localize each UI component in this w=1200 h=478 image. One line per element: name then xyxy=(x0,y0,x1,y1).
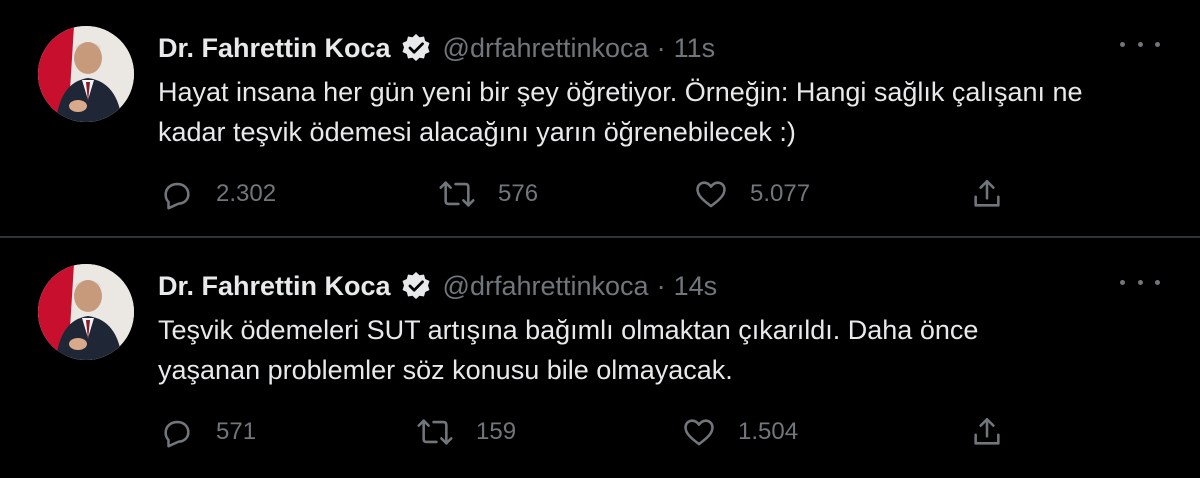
author-name[interactable]: Dr. Fahrettin Koca xyxy=(158,271,391,302)
author-name[interactable]: Dr. Fahrettin Koca xyxy=(158,33,391,64)
reply-icon xyxy=(164,420,190,448)
reply-count: 571 xyxy=(216,418,257,445)
tweet-text: Hayat insana her gün yeni bir şey öğreti… xyxy=(158,72,1158,152)
retweet-icon xyxy=(417,419,453,445)
retweet-count: 576 xyxy=(498,180,539,207)
more-dots-icon[interactable] xyxy=(1120,272,1160,292)
reply-button[interactable]: 571 xyxy=(160,412,256,452)
share-button[interactable] xyxy=(970,174,1026,214)
heart-icon xyxy=(684,419,714,446)
author-handle[interactable]: @drfahrettinkoca xyxy=(443,33,649,64)
retweet-count: 159 xyxy=(476,418,517,445)
tweet-text: Teşvik ödemeleri SUT artışına bağımlı ol… xyxy=(158,310,1158,390)
retweet-button[interactable]: 576 xyxy=(438,174,538,214)
tweet[interactable]: Dr. Fahrettin Koca @drfahrettinkoca · 14… xyxy=(0,236,1200,472)
like-count: 5.077 xyxy=(750,180,811,207)
separator-dot: · xyxy=(656,270,666,301)
share-button[interactable] xyxy=(970,412,1026,452)
tweet-text-line: Teşvik ödemeleri SUT artışına bağımlı ol… xyxy=(158,315,979,345)
reply-icon xyxy=(164,182,190,210)
verified-badge-icon xyxy=(401,271,431,301)
author-handle[interactable]: @drfahrettinkoca xyxy=(443,271,649,302)
share-icon xyxy=(974,417,1000,445)
more-dots-icon[interactable] xyxy=(1120,34,1160,54)
reply-button[interactable]: 2.302 xyxy=(160,174,276,214)
share-icon xyxy=(974,179,1000,207)
retweet-button[interactable]: 159 xyxy=(416,412,516,452)
avatar[interactable] xyxy=(38,264,134,360)
verified-badge-icon xyxy=(401,33,431,63)
avatar[interactable] xyxy=(38,26,134,122)
timestamp[interactable]: 11s xyxy=(674,33,716,64)
like-count: 1.504 xyxy=(738,418,799,445)
like-button[interactable]: 5.077 xyxy=(694,174,810,214)
tweet[interactable]: Dr. Fahrettin Koca @drfahrettinkoca · 11… xyxy=(0,0,1200,236)
retweet-icon xyxy=(439,181,475,207)
like-button[interactable]: 1.504 xyxy=(682,412,798,452)
timestamp[interactable]: 14s xyxy=(674,271,718,302)
separator-dot: · xyxy=(656,32,666,63)
heart-icon xyxy=(696,181,726,208)
tweet-text-line: Hayat insana her gün yeni bir şey öğreti… xyxy=(158,77,1083,107)
tweet-text-line: yaşanan problemler söz konusu bile olmay… xyxy=(158,355,733,385)
tweet-text-line: kadar teşvik ödemesi alacağını yarın öğr… xyxy=(158,117,796,147)
reply-count: 2.302 xyxy=(216,180,277,207)
